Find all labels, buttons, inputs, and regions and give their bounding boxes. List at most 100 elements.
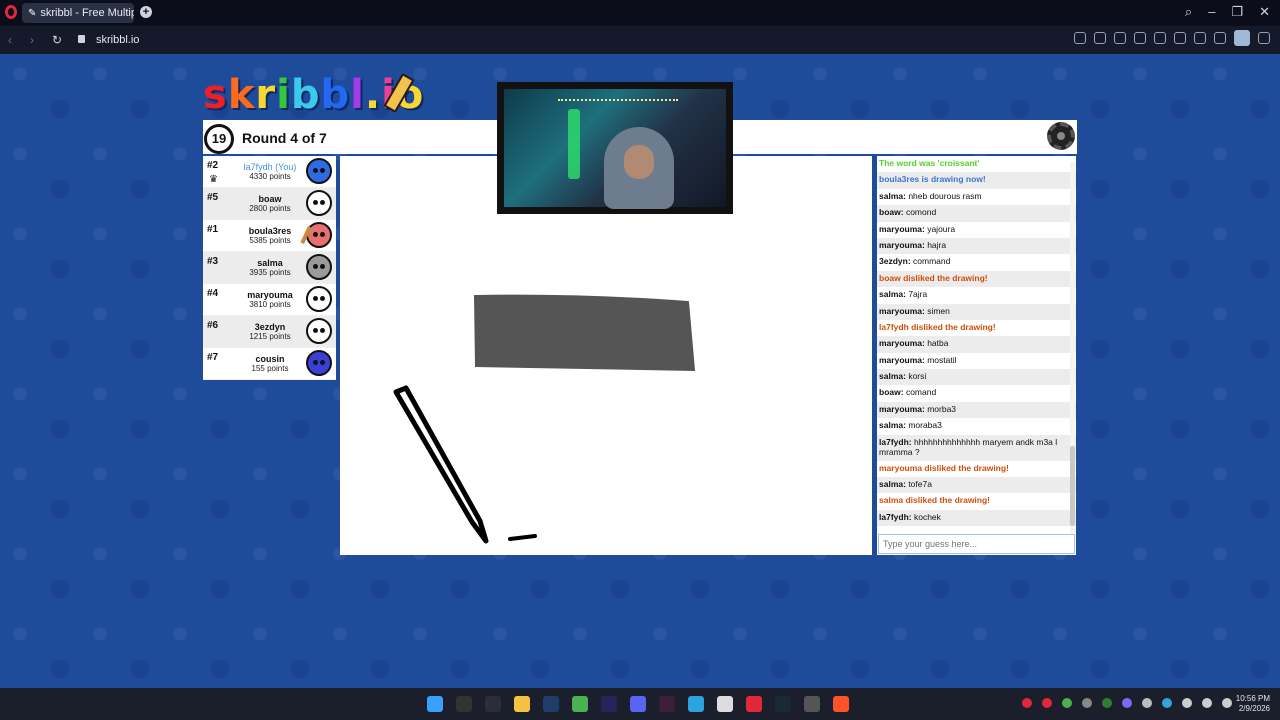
chat-username: la7fydh: [879,511,912,522]
chat-username: maryouma: [879,305,925,316]
player-row[interactable]: #1 boula3res 5385 points [203,220,336,252]
player-points: 1215 points [249,332,291,341]
chat-username: maryouma: [879,338,925,349]
edit-icon[interactable] [1074,32,1086,44]
player-points: 4330 points [249,172,291,181]
epic-games-icon[interactable] [456,696,472,712]
settings-taskbar-icon[interactable] [804,696,820,712]
chat-message: salma: korsi [877,369,1076,386]
player-name: la7fydh (You) [243,162,297,172]
chat-username: maryouma: [879,239,925,250]
camera-icon[interactable] [1094,32,1106,44]
xbox-icon[interactable] [572,696,588,712]
chat-username: boaw: [879,207,904,218]
volume-icon[interactable] [1202,698,1212,708]
player-rank: #2 [207,160,219,171]
chat-message: maryouma: simen [877,303,1076,320]
chat-text: mostatil [927,354,957,365]
block-icon[interactable] [1134,32,1146,44]
shield-icon[interactable] [1114,32,1126,44]
player-avatar [306,254,332,280]
tray-icon[interactable] [1042,698,1052,708]
menu-icon[interactable] [1214,32,1226,44]
opera-logo-icon[interactable] [5,5,17,19]
logo-letter: i [276,72,291,118]
player-rank: #3 [207,256,219,267]
cube-icon[interactable] [1258,32,1270,44]
profile-avatar[interactable] [1234,30,1250,46]
url-field[interactable]: skribbl.io [96,34,139,46]
player-avatar [306,286,332,312]
chat-username: maryouma: [879,354,925,365]
back-icon[interactable]: ‹ [8,33,12,47]
network-icon[interactable] [1222,698,1232,708]
webcam-overlay [497,82,733,214]
chat-username: maryouma: [879,223,925,234]
premiere-icon[interactable] [601,696,617,712]
drawn-dash [508,534,537,541]
player-rank: #4 [207,288,219,299]
chat-scrollbar-thumb[interactable] [1070,446,1075,526]
lightroom-icon[interactable] [543,696,559,712]
chat-message: salma: nheb dourous rasm [877,189,1076,205]
discord-icon[interactable] [630,696,646,712]
chat-username: 3ezdyn: [879,256,911,267]
tray-icon[interactable] [1062,698,1072,708]
round-indicator: Round 4 of 7 [242,130,327,146]
download-icon[interactable] [1194,32,1206,44]
tray-icon[interactable] [1142,698,1152,708]
obs-icon[interactable] [717,696,733,712]
chat-message: salma: tofe7a [877,477,1076,494]
chat-text: kochek [913,511,941,522]
file-explorer-icon[interactable] [514,696,530,712]
player-avatar [306,158,332,184]
guess-input[interactable] [878,534,1075,554]
tray-icon[interactable] [1022,698,1032,708]
player-row[interactable]: #7 cousin 155 points [203,348,336,380]
reload-icon[interactable]: ↻ [52,33,62,47]
player-row[interactable]: #6 3ezdyn 1215 points [203,316,336,348]
app-icon[interactable] [485,696,501,712]
crown-icon: ♛ [209,174,218,185]
tray-icon[interactable] [1162,698,1172,708]
vegas-icon[interactable] [659,696,675,712]
settings-gear-icon[interactable] [1047,122,1075,150]
player-points: 2800 points [249,204,291,213]
chat-text: yajoura [927,223,956,234]
brave-icon[interactable] [833,696,849,712]
maximize-button[interactable]: ❐ [1231,4,1243,20]
chat-message: la7fydh: kochek [877,509,1076,527]
player-row[interactable]: #5 boaw 2800 points [203,188,336,220]
chat-text: 7ajra [908,289,928,300]
chat-message: boaw: comond [877,205,1076,222]
player-row[interactable]: #3 salma 3935 points [203,252,336,284]
play-icon[interactable] [1154,32,1166,44]
player-row[interactable]: #2 la7fydh (You) 4330 points ♛ [203,156,336,188]
clock[interactable]: 10:56 PM 2/9/2026 [1236,694,1270,714]
new-tab-button[interactable]: + [140,6,152,18]
microphone-icon[interactable] [1182,698,1192,708]
drawing-canvas[interactable] [340,156,872,555]
opera-taskbar-icon[interactable] [746,696,762,712]
tray-icon[interactable] [1082,698,1092,708]
windows-taskbar: 10:56 PM 2/9/2026 [0,688,1280,720]
chat-message: la7fydh: hhhhhhhhhhhhhh maryem andk m3a … [877,434,1076,461]
heart-icon[interactable] [1174,32,1186,44]
minimize-button[interactable]: – [1208,4,1215,20]
chat-panel[interactable]: The word was 'croissant' boula3res is dra… [877,156,1076,555]
tray-icon[interactable] [1122,698,1132,708]
clock-time: 10:56 PM [1235,694,1270,703]
telegram-icon[interactable] [688,696,704,712]
logo-letter: b [290,72,321,118]
player-row[interactable]: #4 maryouma 3810 points [203,284,336,316]
tray-icon[interactable] [1102,698,1112,708]
player-name: boaw [258,194,282,204]
close-button[interactable]: ✕ [1259,4,1270,20]
forward-icon[interactable]: › [30,33,34,47]
player-name: cousin [255,354,285,364]
browser-tab[interactable]: ✎ skribbl - Free Multiplayer [22,3,134,23]
steam-icon[interactable] [775,696,791,712]
search-icon[interactable]: ⌕ [1185,4,1192,20]
windows-start-icon[interactable] [427,696,443,712]
tab-title: skribbl - Free Multiplayer [40,7,134,19]
